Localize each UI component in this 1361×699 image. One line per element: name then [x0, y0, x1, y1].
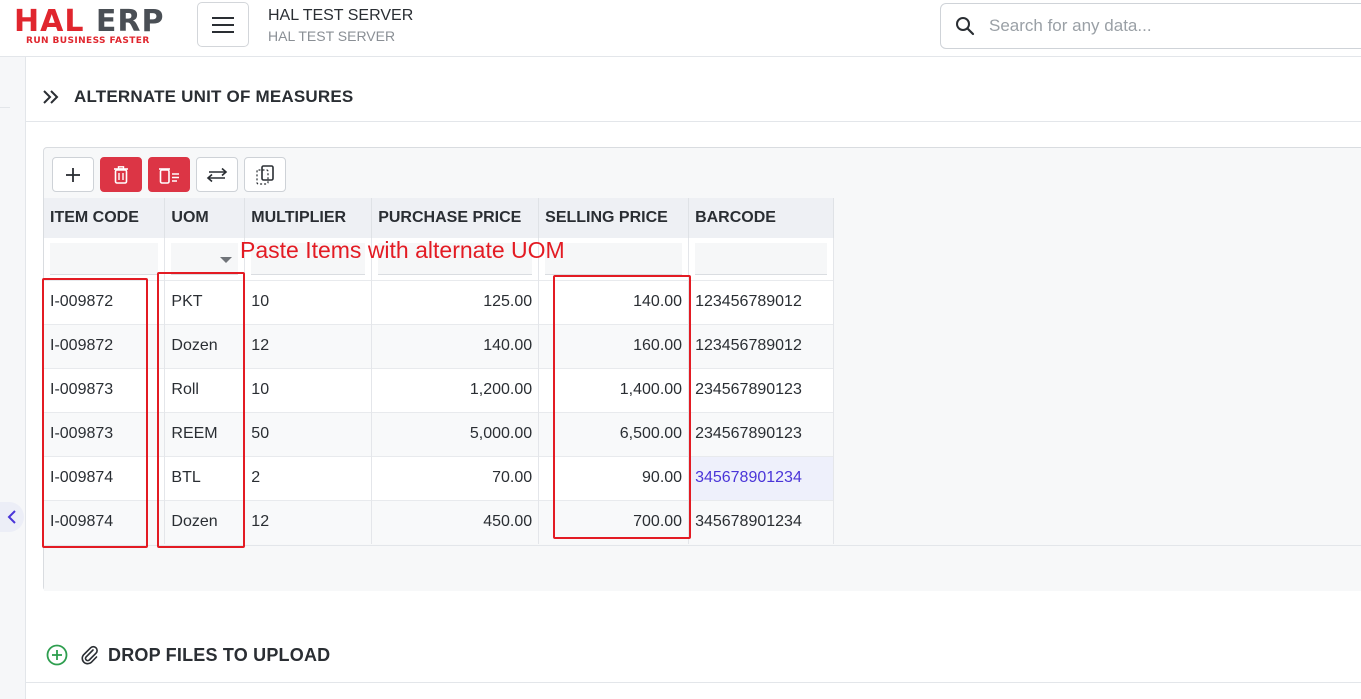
cell-purchase-price[interactable]: 140.00	[371, 323, 540, 368]
cell-purchase-price[interactable]: 1,200.00	[371, 367, 540, 412]
cell-multiplier[interactable]: 10	[244, 279, 373, 324]
filter-uom-select[interactable]	[171, 242, 239, 275]
sidebar-toggle[interactable]	[0, 502, 24, 532]
filter-item-code-input[interactable]	[50, 242, 159, 275]
cell-purchase-price[interactable]: 450.00	[371, 499, 540, 544]
cell-multiplier[interactable]: 12	[244, 323, 373, 368]
column-header-uom[interactable]: UOM	[164, 198, 246, 238]
hamburger-icon	[212, 16, 234, 33]
column-header-purchase-price[interactable]: PURCHASE PRICE	[371, 198, 540, 238]
app-header: HAL ERP RUN BUSINESS FASTER HAL TEST SER…	[0, 0, 1361, 57]
server-info: HAL TEST SERVER HAL TEST SERVER	[268, 6, 413, 46]
swap-columns-button[interactable]	[196, 157, 238, 192]
column-header-item-code[interactable]: ITEM CODE	[44, 198, 166, 238]
cell-barcode[interactable]: 345678901234	[688, 499, 834, 544]
cell-barcode[interactable]: 123456789012	[688, 323, 834, 368]
annotation-box-selling-price	[553, 275, 691, 539]
copy-icon	[256, 164, 274, 185]
search-input[interactable]	[989, 14, 1349, 38]
paperclip-icon	[81, 645, 98, 665]
cell-purchase-price[interactable]: 125.00	[371, 279, 540, 324]
logo-tagline: RUN BUSINESS FASTER	[26, 36, 150, 46]
logo-brand-hal: HAL	[14, 4, 85, 39]
swap-arrows-icon	[206, 167, 228, 182]
grid-footer	[44, 545, 1361, 591]
double-chevron-right-icon[interactable]	[42, 89, 60, 105]
delete-selected-rows-button[interactable]	[148, 157, 190, 192]
section-title: ALTERNATE UNIT OF MEASURES	[74, 87, 354, 106]
chevron-left-icon	[7, 510, 16, 524]
dropdown-arrow-icon	[220, 256, 233, 263]
logo-brand-erp: ERP	[95, 4, 165, 39]
section-header: ALTERNATE UNIT OF MEASURES	[26, 57, 1361, 122]
attachments-section: DROP FILES TO UPLOAD	[26, 628, 1361, 683]
cell-multiplier[interactable]: 10	[244, 367, 373, 412]
filter-selling-price-input[interactable]	[545, 242, 683, 275]
annotation-text: Paste Items with alternate UOM	[240, 237, 565, 263]
left-rail	[0, 57, 26, 699]
cell-barcode[interactable]: 234567890123	[688, 367, 834, 412]
annotation-box-item-code	[42, 278, 148, 548]
server-subtitle: HAL TEST SERVER	[268, 28, 396, 44]
copy-button[interactable]	[244, 157, 286, 192]
global-search	[940, 3, 1361, 49]
drop-files-label[interactable]: DROP FILES TO UPLOAD	[108, 645, 330, 666]
trash-list-icon	[159, 167, 179, 184]
column-header-multiplier[interactable]: MULTIPLIER	[244, 198, 373, 238]
plus-icon	[66, 167, 80, 182]
column-header-barcode[interactable]: BARCODE	[688, 198, 834, 238]
main-menu-button[interactable]	[197, 2, 249, 47]
column-header-selling-price[interactable]: SELLING PRICE	[538, 198, 690, 238]
delete-row-button[interactable]	[100, 157, 142, 192]
cell-multiplier[interactable]: 2	[244, 455, 373, 500]
cell-purchase-price[interactable]: 5,000.00	[371, 411, 540, 456]
cell-barcode-selected[interactable]: 345678901234	[688, 455, 834, 500]
filter-barcode-input[interactable]	[695, 242, 827, 275]
add-row-button[interactable]	[52, 157, 94, 192]
cell-barcode[interactable]: 234567890123	[688, 411, 834, 456]
cell-multiplier[interactable]: 50	[244, 411, 373, 456]
cell-purchase-price[interactable]: 70.00	[371, 455, 540, 500]
cell-multiplier[interactable]: 12	[244, 499, 373, 544]
add-circle-icon[interactable]	[46, 644, 68, 666]
grid-header-row: ITEM CODE UOM MULTIPLIER PURCHASE PRICE …	[44, 198, 834, 238]
trash-icon	[114, 165, 128, 184]
rail-divider	[0, 107, 10, 108]
annotation-box-uom	[157, 272, 245, 548]
cell-barcode[interactable]: 123456789012	[688, 279, 834, 324]
server-title: HAL TEST SERVER	[268, 7, 414, 24]
app-logo[interactable]: HAL ERP RUN BUSINESS FASTER	[14, 4, 180, 47]
grid-toolbar	[52, 157, 286, 192]
search-icon	[956, 17, 975, 36]
